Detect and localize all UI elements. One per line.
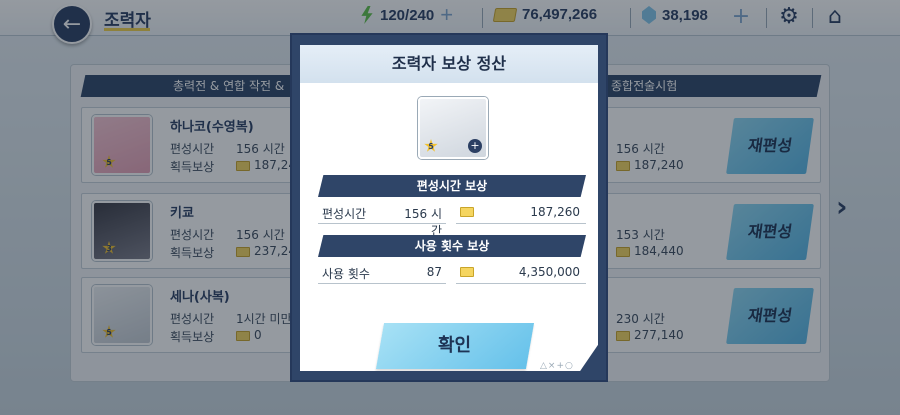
divider bbox=[456, 283, 586, 284]
star-icon: 5 bbox=[424, 139, 438, 152]
divider bbox=[318, 223, 446, 224]
ticket-icon bbox=[460, 207, 474, 217]
count-reward: 4,350,000 bbox=[518, 265, 580, 279]
modal-body: 조력자 보상 정산 5 + 편성시간 보상 편성시간 156 시간 187,26… bbox=[300, 45, 598, 371]
time-reward: 187,260 bbox=[530, 205, 580, 219]
count-label: 사용 횟수 bbox=[322, 267, 370, 281]
section-header: 사용 횟수 보상 bbox=[318, 235, 586, 257]
divider bbox=[318, 283, 446, 284]
time-value: 156 시간 bbox=[404, 207, 442, 238]
reward-settlement-modal: 조력자 보상 정산 5 + 편성시간 보상 편성시간 156 시간 187,26… bbox=[290, 33, 608, 382]
count-value: 87 bbox=[426, 265, 442, 279]
divider bbox=[456, 223, 586, 224]
time-label: 편성시간 bbox=[322, 207, 367, 221]
confirm-button[interactable]: 확인 bbox=[375, 323, 535, 369]
plus-badge-icon: + bbox=[468, 139, 482, 153]
controller-symbols: △×+○ bbox=[540, 361, 574, 371]
ticket-icon bbox=[460, 267, 474, 277]
modal-title: 조력자 보상 정산 bbox=[300, 45, 598, 83]
section-header: 편성시간 보상 bbox=[318, 175, 586, 197]
avatar: 5 + bbox=[418, 97, 488, 159]
